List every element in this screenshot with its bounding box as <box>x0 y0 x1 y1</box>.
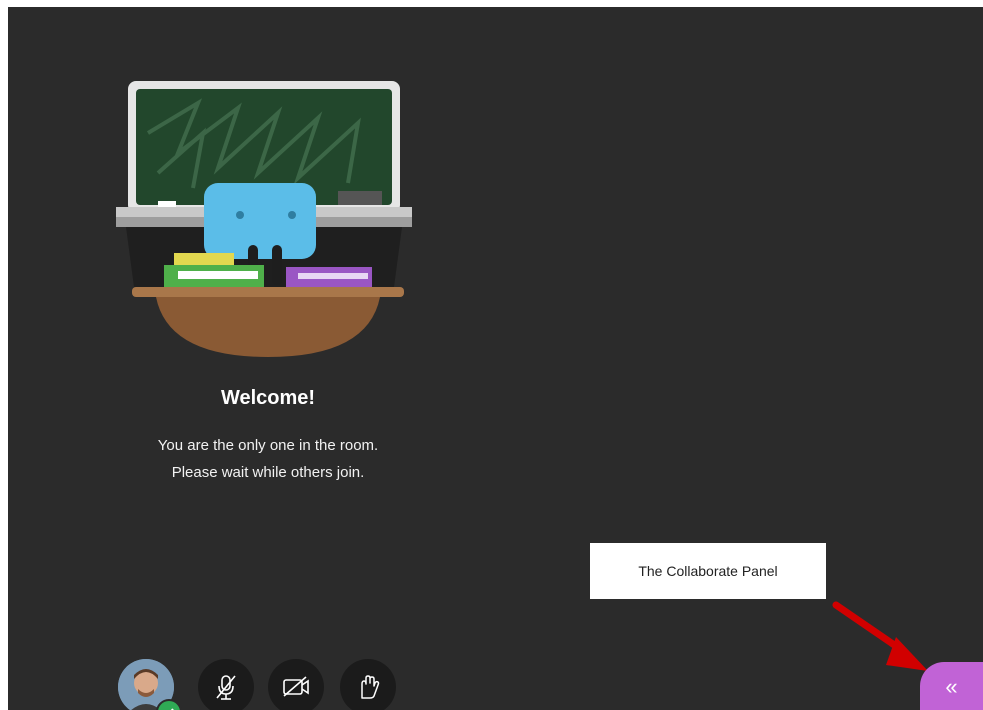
microphone-off-icon <box>216 675 236 700</box>
callout-text: The Collaborate Panel <box>638 563 778 579</box>
collaborate-panel-callout: The Collaborate Panel <box>590 543 826 599</box>
microphone-toggle-button[interactable] <box>198 659 254 710</box>
annotation-arrow-icon <box>832 601 928 671</box>
welcome-title: Welcome! <box>220 387 316 409</box>
welcome-message-line-2: Please wait while others join. <box>171 464 365 481</box>
session-controls <box>118 655 418 710</box>
raise-hand-icon <box>361 675 380 699</box>
double-chevron-left-icon: « <box>945 674 958 699</box>
camera-off-icon <box>283 676 309 697</box>
open-collaborate-panel-button[interactable]: « <box>920 662 983 710</box>
camera-toggle-button[interactable] <box>268 659 324 710</box>
collaborate-session-screen: Welcome! You are the only one in the roo… <box>8 7 983 710</box>
welcome-message-line-1: You are the only one in the room. <box>157 437 379 454</box>
classroom-illustration <box>116 81 412 357</box>
raise-hand-button[interactable] <box>340 659 396 710</box>
